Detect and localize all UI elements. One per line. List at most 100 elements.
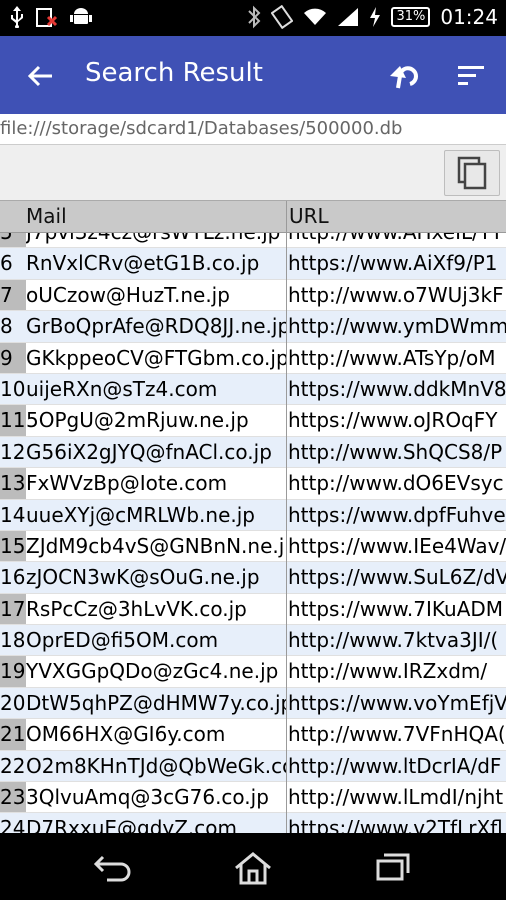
url-cell[interactable]: https://www.v2TfLrXfl	[288, 816, 506, 833]
clock: 01:24	[440, 5, 498, 29]
table-row[interactable]: 12 G56iX2gJYQ@fnACl.co.jp http://www.ShQ…	[0, 436, 506, 469]
row-number: 8	[0, 314, 13, 339]
mail-cell[interactable]: OM66HX@GI6y.com	[26, 722, 286, 746]
mail-cell[interactable]: YVXGGpQDo@zGc4.ne.jp	[26, 659, 286, 683]
mail-cell[interactable]: ZJdM9cb4vS@GNBnN.ne.jp	[26, 534, 286, 558]
table-header: Mail URL	[0, 201, 506, 233]
url-cell[interactable]: https://www.7IKuADM	[288, 597, 506, 621]
table-row[interactable]: 23 3QlvuAmq@3cG76.co.jp http://www.lLmdI…	[0, 782, 506, 814]
table-row[interactable]: 13 FxWVzBp@Iote.com http://www.dO6EVsyc	[0, 468, 506, 500]
url-cell[interactable]: https://www.voYmEfjV	[288, 691, 506, 715]
charging-icon	[370, 7, 381, 27]
bluetooth-icon	[248, 5, 261, 29]
url-cell[interactable]: http://www.7ktva3JI/(	[288, 628, 506, 652]
column-divider	[286, 201, 287, 833]
table-row[interactable]: 17 RsPcCz@3hLvVK.co.jp https://www.7IKuA…	[0, 594, 506, 626]
table-row[interactable]: 18 OprED@fi5OM.com http://www.7ktva3JI/(	[0, 625, 506, 657]
url-cell[interactable]: http://www.7VFnHQA(	[288, 722, 506, 746]
mail-cell[interactable]: GKkppeoCV@FTGbm.co.jp	[26, 346, 286, 370]
mail-cell[interactable]: 3QlvuAmq@3cG76.co.jp	[26, 785, 286, 809]
mail-cell[interactable]: RsPcCz@3hLvVK.co.jp	[26, 597, 286, 621]
mail-cell[interactable]: oUCzow@HuzT.ne.jp	[26, 283, 286, 307]
table-row[interactable]: 8 GrBoQprAfe@RDQ8JJ.ne.jp http://www.ymD…	[0, 311, 506, 343]
table-row[interactable]: 16 zJOCN3wK@sOuG.ne.jp https://www.SuL6Z…	[0, 562, 506, 594]
url-cell[interactable]: http://www.ltDcrIA/dF	[288, 754, 506, 778]
row-number: 17	[0, 596, 26, 621]
table-body: 5 J7pvl3z4cz@rsWYLz.ne.jp http://www.AHx…	[0, 217, 506, 833]
url-cell[interactable]: http://www.o7WUj3kF	[288, 283, 506, 307]
row-number: 16	[0, 565, 26, 590]
mail-cell[interactable]: GrBoQprAfe@RDQ8JJ.ne.jp	[26, 314, 286, 338]
row-number: 10	[0, 376, 26, 401]
back-arrow-icon[interactable]	[25, 61, 55, 91]
url-cell[interactable]: http://www.ATsYp/oM	[288, 346, 506, 370]
row-number: 19	[0, 659, 26, 684]
mail-cell[interactable]: 5OPgU@2mRjuw.ne.jp	[26, 408, 286, 432]
mail-cell[interactable]: zJOCN3wK@sOuG.ne.jp	[26, 565, 286, 589]
usb-icon	[11, 6, 23, 28]
row-number: 7	[0, 282, 13, 307]
action-row	[0, 145, 506, 201]
url-cell[interactable]: http://www.lLmdI/njht	[288, 785, 506, 809]
column-header-url[interactable]: URL	[289, 204, 329, 228]
vibrate-icon	[271, 5, 294, 29]
mail-cell[interactable]: uijeRXn@sTz4.com	[26, 377, 286, 401]
table-row[interactable]: 9 GKkppeoCV@FTGbm.co.jp http://www.ATsYp…	[0, 343, 506, 374]
recents-icon[interactable]	[375, 851, 411, 883]
database-path-bar: file:///storage/sdcard1/Databases/500000…	[0, 114, 506, 145]
table-row[interactable]: 22 O2m8KHnTJd@QbWeGk.com http://www.ltDc…	[0, 750, 506, 783]
mail-cell[interactable]: uueXYj@cMRLWb.ne.jp	[26, 503, 286, 527]
row-number: 20	[0, 690, 26, 715]
url-cell[interactable]: http://www.dO6EVsyc	[288, 471, 506, 495]
table-row[interactable]: 6 RnVxlCRv@etG1B.co.jp https://www.AiXf9…	[0, 248, 506, 280]
copy-button[interactable]	[444, 150, 500, 196]
sort-icon[interactable]	[456, 64, 486, 88]
row-number: 23	[0, 785, 26, 810]
mail-cell[interactable]: OprED@fi5OM.com	[26, 628, 286, 652]
home-icon[interactable]	[233, 851, 273, 885]
table-row[interactable]: 19 YVXGGpQDo@zGc4.ne.jp http://www.IRZxd…	[0, 656, 506, 688]
navigation-bar	[0, 833, 506, 900]
table-row[interactable]: 15 ZJdM9cb4vS@GNBnN.ne.jp https://www.IE…	[0, 531, 506, 563]
row-number: 22	[0, 753, 26, 778]
battery-level: 31%	[391, 7, 431, 27]
table-row[interactable]: 7 oUCzow@HuzT.ne.jp http://www.o7WUj3kF	[0, 280, 506, 312]
table-row[interactable]: 14 uueXYj@cMRLWb.ne.jp https://www.dpfFu…	[0, 499, 506, 531]
mail-cell[interactable]: D7RxxuE@gdyZ.com	[26, 816, 286, 833]
table-row[interactable]: 20 DtW5qhPZ@dHMW7y.co.jp https://www.voY…	[0, 687, 506, 720]
database-path: file:///storage/sdcard1/Databases/500000…	[0, 118, 403, 139]
result-table[interactable]: 5 J7pvl3z4cz@rsWYLz.ne.jp http://www.AHx…	[0, 201, 506, 833]
url-cell[interactable]: https://www.ddkMnV8	[288, 377, 506, 401]
mail-cell[interactable]: DtW5qhPZ@dHMW7y.co.jp	[26, 691, 286, 715]
mail-cell[interactable]: G56iX2gJYQ@fnACl.co.jp	[26, 440, 286, 464]
copy-icon	[457, 156, 487, 190]
sim-off-icon	[36, 8, 58, 27]
url-cell[interactable]: https://www.SuL6Z/dV	[288, 565, 506, 589]
row-number: 15	[0, 533, 26, 558]
url-cell[interactable]: http://www.IRZxdm/	[288, 659, 506, 683]
url-cell[interactable]: http://www.ymDWmm	[288, 314, 506, 338]
row-number: 21	[0, 722, 26, 747]
url-cell[interactable]: https://www.IEe4Wav/	[288, 534, 506, 558]
signal-icon	[338, 8, 359, 26]
url-cell[interactable]: https://www.AiXf9/P1	[288, 251, 506, 275]
mail-cell[interactable]: FxWVzBp@Iote.com	[26, 471, 286, 495]
android-icon	[70, 8, 92, 24]
table-row[interactable]: 21 OM66HX@GI6y.com http://www.7VFnHQA(	[0, 719, 506, 751]
url-cell[interactable]: http://www.ShQCS8/P	[288, 440, 506, 464]
mail-cell[interactable]: RnVxlCRv@etG1B.co.jp	[26, 251, 286, 275]
url-cell[interactable]: https://www.dpfFuhve	[288, 503, 506, 527]
app-bar: Search Result	[0, 36, 506, 114]
table-row[interactable]: 24 D7RxxuE@gdyZ.com https://www.v2TfLrXf…	[0, 813, 506, 833]
table-row[interactable]: 11 5OPgU@2mRjuw.ne.jp https://www.oJROqF…	[0, 405, 506, 437]
undo-icon[interactable]	[386, 58, 422, 94]
mail-cell[interactable]: O2m8KHnTJd@QbWeGk.com	[26, 754, 286, 778]
status-bar: 31% 01:24	[0, 0, 506, 36]
back-nav-icon[interactable]	[93, 851, 133, 883]
table-row[interactable]: 10 uijeRXn@sTz4.com https://www.ddkMnV8	[0, 373, 506, 406]
row-number: 18	[0, 628, 26, 653]
column-header-mail[interactable]: Mail	[26, 204, 67, 228]
url-cell[interactable]: https://www.oJROqFY	[288, 408, 506, 432]
row-number: 6	[0, 251, 13, 276]
page-title: Search Result	[85, 58, 263, 88]
